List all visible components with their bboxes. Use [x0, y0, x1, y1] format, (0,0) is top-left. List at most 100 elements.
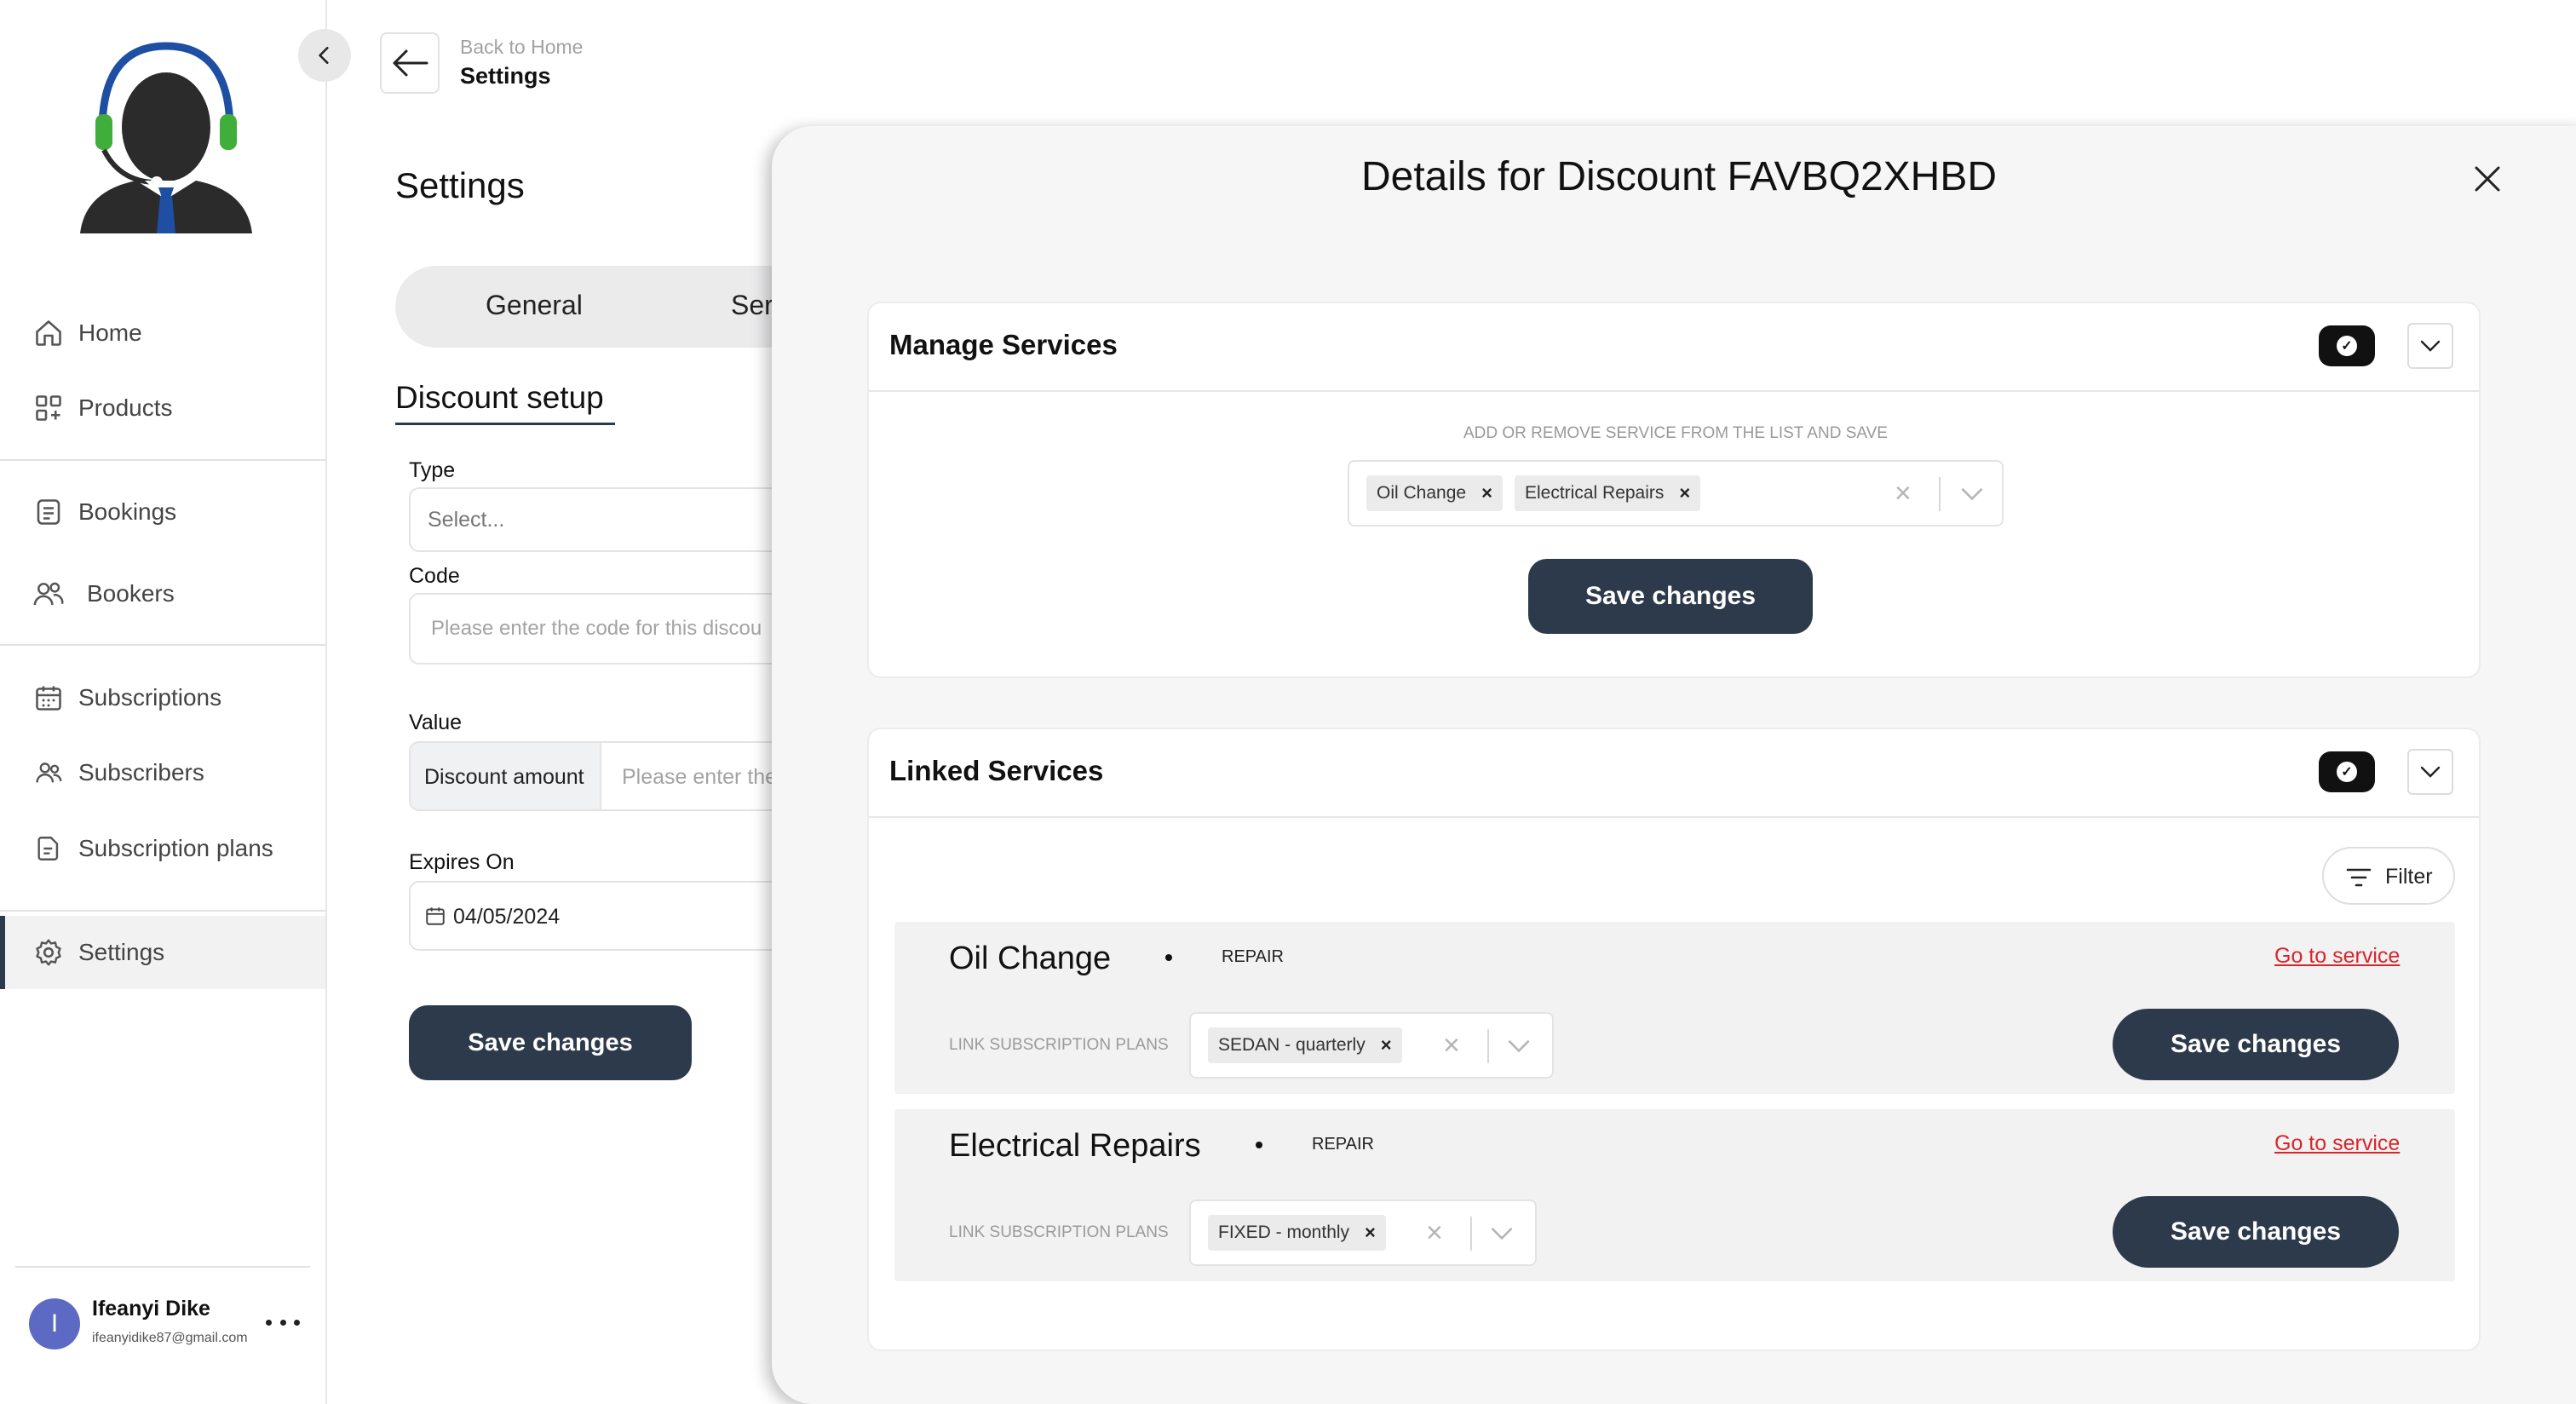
filter-button[interactable]: Filter: [2322, 847, 2455, 905]
collapse-sidebar-button[interactable]: [298, 29, 351, 82]
grid-plus-icon: [32, 392, 65, 424]
remove-chip-icon[interactable]: ×: [1381, 1034, 1392, 1056]
value-input[interactable]: Please enter the: [622, 765, 777, 790]
document-list-icon: [32, 496, 65, 528]
value-input-group: Discount amount Please enter the: [409, 741, 801, 811]
services-multiselect[interactable]: Oil Change × Electrical Repairs × ×: [1348, 460, 2004, 526]
service-category: REPAIR: [1222, 947, 1284, 966]
user-email: ifeanyidike87@gmail.com: [92, 1331, 248, 1345]
manage-services-header[interactable]: Manage Services ✓: [869, 303, 2479, 392]
tab-services[interactable]: Ser: [731, 290, 773, 321]
go-to-service-link[interactable]: Go to service: [2274, 944, 2400, 969]
manage-services-status-badge: ✓: [2319, 325, 2375, 366]
clear-selection-icon[interactable]: ×: [1895, 479, 1912, 508]
file-icon: [32, 832, 65, 865]
save-changes-button[interactable]: Save changes: [409, 1005, 692, 1080]
sidebar-item-subscription-plans[interactable]: Subscription plans: [0, 812, 325, 885]
avatar: I: [29, 1298, 80, 1349]
users-icon: [32, 578, 65, 610]
plan-chip: SEDAN - quarterly ×: [1208, 1027, 1402, 1063]
code-input[interactable]: Please enter the code for this discou: [409, 593, 801, 665]
more-options-icon[interactable]: [266, 1314, 300, 1331]
linked-services-header[interactable]: Linked Services ✓: [869, 729, 2479, 818]
chevron-down-icon[interactable]: [1508, 1039, 1530, 1053]
chevron-down-icon[interactable]: [1491, 1227, 1513, 1240]
clear-selection-icon[interactable]: ×: [1426, 1218, 1443, 1247]
remove-chip-icon[interactable]: ×: [1679, 482, 1690, 504]
remove-chip-icon[interactable]: ×: [1481, 482, 1492, 504]
code-label: Code: [409, 564, 460, 588]
service-chip-oil-change: Oil Change ×: [1366, 475, 1503, 511]
manage-services-save-button[interactable]: Save changes: [1528, 559, 1813, 634]
sidebar-item-label: Settings: [78, 939, 165, 965]
chevron-down-icon: [2420, 340, 2441, 352]
breadcrumb-title: Settings: [460, 63, 551, 89]
sidebar-item-subscribers[interactable]: Subscribers: [0, 736, 325, 809]
chevron-down-icon: [2420, 766, 2441, 778]
select-separator: [1939, 477, 1941, 511]
check-circle-icon: ✓: [2337, 336, 2357, 356]
sidebar-item-bookings[interactable]: Bookings: [0, 475, 325, 549]
linked-services-card: Linked Services ✓ Filter Oil Change REPA…: [867, 728, 2481, 1351]
bullet-dot: [1256, 1142, 1262, 1148]
check-circle-icon: ✓: [2337, 762, 2357, 782]
value-label: Value: [409, 711, 463, 734]
sidebar-item-label: Subscriptions: [78, 684, 222, 711]
filter-label: Filter: [2385, 865, 2433, 889]
close-button[interactable]: [2465, 157, 2510, 201]
gear-icon: [32, 936, 65, 969]
user-profile[interactable]: I Ifeanyi Dike ifeanyidike87@gmail.com: [29, 1292, 310, 1360]
sidebar-item-label: Bookers: [87, 580, 175, 607]
back-to-home-link[interactable]: Back to Home: [460, 36, 583, 59]
expires-date-value: 04/05/2024: [453, 905, 561, 929]
home-icon: [32, 317, 65, 349]
manage-services-title: Manage Services: [889, 329, 1118, 360]
linked-services-collapse-button[interactable]: [2407, 749, 2453, 795]
tab-general[interactable]: General: [486, 290, 583, 321]
expires-label: Expires On: [409, 850, 515, 874]
chevron-left-icon: [319, 47, 329, 64]
sidebar-item-settings[interactable]: Settings: [0, 916, 325, 989]
clear-selection-icon[interactable]: ×: [1443, 1031, 1460, 1060]
page-title: Settings: [395, 165, 525, 205]
value-addon-label: Discount amount: [424, 765, 584, 789]
service-category: REPAIR: [1312, 1135, 1374, 1154]
close-icon: [2475, 166, 2500, 192]
chevron-down-icon[interactable]: [1961, 487, 1983, 501]
sidebar-divider: [0, 910, 325, 912]
sidebar-item-label: Products: [78, 394, 173, 421]
modal-title: Details for Discount FAVBQ2XHBD: [1360, 154, 1998, 199]
service-save-button[interactable]: Save changes: [2113, 1009, 2399, 1080]
sidebar: Home Products Bookings Bookers Subscript…: [0, 0, 351, 1404]
service-save-button[interactable]: Save changes: [2113, 1196, 2399, 1268]
chip-label: FIXED - monthly: [1218, 1223, 1350, 1242]
subscription-plans-select[interactable]: SEDAN - quarterly × ×: [1189, 1012, 1554, 1079]
type-label: Type: [409, 458, 456, 482]
sidebar-item-subscriptions[interactable]: Subscriptions: [0, 661, 325, 734]
remove-chip-icon[interactable]: ×: [1365, 1222, 1376, 1244]
sidebar-item-label: Bookings: [78, 498, 177, 525]
type-select-placeholder: Select...: [428, 508, 505, 532]
sidebar-item-home[interactable]: Home: [0, 296, 325, 370]
calendar-icon: [426, 907, 445, 925]
go-to-service-link[interactable]: Go to service: [2274, 1131, 2400, 1156]
select-separator: [1487, 1029, 1489, 1063]
linked-service-row: Electrical Repairs REPAIR Go to service …: [894, 1109, 2455, 1281]
sidebar-item-bookers[interactable]: Bookers: [0, 557, 325, 630]
back-button[interactable]: [380, 32, 440, 94]
manage-services-collapse-button[interactable]: [2407, 323, 2453, 369]
sidebar-item-label: Home: [78, 319, 142, 346]
linked-services-status-badge: ✓: [2319, 751, 2375, 792]
section-title: Discount setup: [395, 380, 604, 415]
discount-details-modal: Details for Discount FAVBQ2XHBD Manage S…: [772, 126, 2576, 1404]
value-addon: Discount amount: [411, 743, 601, 809]
subscription-plans-select[interactable]: FIXED - monthly × ×: [1189, 1200, 1537, 1266]
calendar-icon: [32, 682, 65, 714]
sidebar-item-label: Subscribers: [78, 759, 204, 785]
plan-chip: FIXED - monthly ×: [1208, 1215, 1386, 1251]
sidebar-item-products[interactable]: Products: [0, 371, 325, 445]
manage-services-hint: ADD OR REMOVE SERVICE FROM THE LIST AND …: [1463, 424, 1888, 442]
type-select[interactable]: Select...: [409, 487, 801, 552]
select-separator: [1470, 1217, 1472, 1251]
expires-date-input[interactable]: 04/05/2024: [409, 881, 801, 951]
